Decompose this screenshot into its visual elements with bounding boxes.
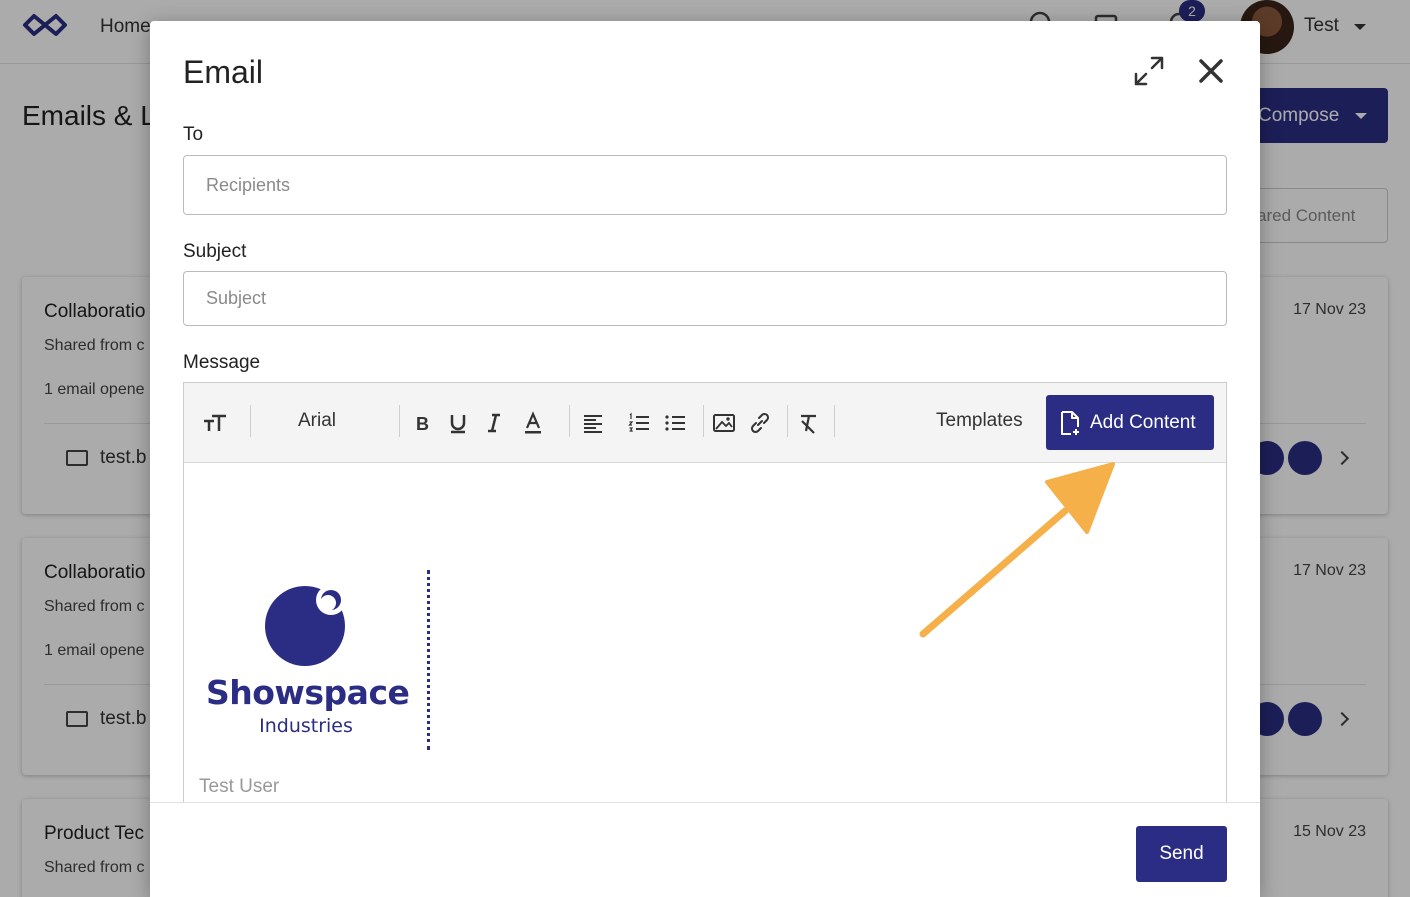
subject-label: Subject xyxy=(183,241,247,262)
add-file-icon xyxy=(1061,411,1079,435)
italic-icon[interactable] xyxy=(480,409,508,437)
modal-title: Email xyxy=(183,54,264,90)
send-button[interactable]: Send xyxy=(1136,826,1227,882)
signature-tagline: Industries xyxy=(259,715,353,737)
link-icon[interactable] xyxy=(746,409,774,437)
add-content-label: Add Content xyxy=(1090,412,1196,433)
bold-icon[interactable]: B xyxy=(408,409,436,437)
signature-divider xyxy=(427,570,430,750)
toolbar-separator xyxy=(569,405,570,437)
underline-icon[interactable] xyxy=(444,409,472,437)
toolbar-separator xyxy=(834,405,835,437)
editor-toolbar: Arial B Templates Add Content xyxy=(184,383,1226,463)
font-color-icon[interactable] xyxy=(519,409,547,437)
expand-icon[interactable] xyxy=(1132,54,1166,88)
ordered-list-icon[interactable] xyxy=(625,409,653,437)
signature-brand: Showspace xyxy=(206,673,410,712)
email-modal: Email To Subject Message Arial B xyxy=(150,21,1260,897)
message-label: Message xyxy=(183,352,261,373)
modal-footer: Send xyxy=(150,802,1260,897)
svg-text:B: B xyxy=(416,414,429,434)
signature-name: Test User xyxy=(199,776,280,797)
font-family-select[interactable]: Arial xyxy=(298,410,336,432)
toolbar-separator xyxy=(787,405,788,437)
subject-input[interactable] xyxy=(183,271,1227,326)
add-content-button[interactable]: Add Content xyxy=(1046,395,1214,450)
close-icon[interactable] xyxy=(1196,56,1226,86)
bullet-list-icon[interactable] xyxy=(661,409,689,437)
annotation-arrow-icon xyxy=(919,462,1115,638)
toolbar-separator xyxy=(250,405,251,437)
recipients-input[interactable] xyxy=(183,155,1227,215)
templates-button[interactable]: Templates xyxy=(936,410,1023,432)
toolbar-separator xyxy=(399,405,400,437)
image-icon[interactable] xyxy=(710,409,738,437)
showspace-logo-icon xyxy=(265,585,346,666)
text-size-icon[interactable] xyxy=(201,409,229,437)
align-left-icon[interactable] xyxy=(579,409,607,437)
to-label: To xyxy=(183,124,204,145)
clear-format-icon[interactable] xyxy=(794,409,822,437)
toolbar-separator xyxy=(703,405,704,437)
